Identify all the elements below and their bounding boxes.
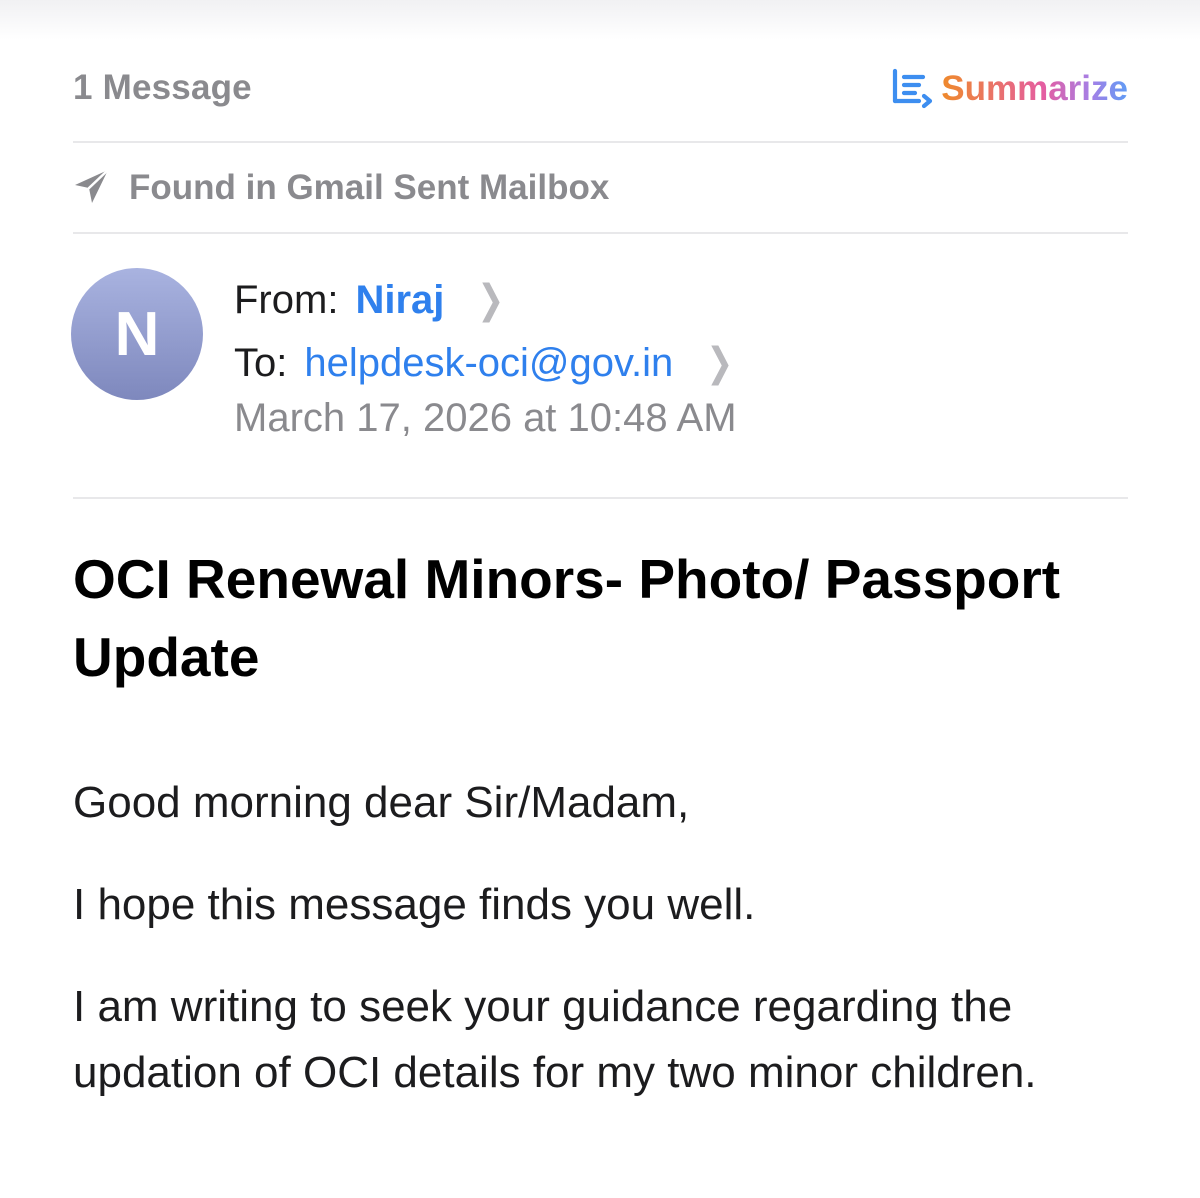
summarize-label: Summarize xyxy=(941,69,1128,108)
thread-header: 1 Message Summarize xyxy=(73,62,1128,116)
from-label: From: xyxy=(234,277,339,322)
from-line: From: Niraj ❯ xyxy=(234,275,508,325)
body-paragraph: I hope this message finds you well. xyxy=(73,880,756,929)
paper-plane-icon xyxy=(73,167,129,210)
divider xyxy=(73,232,1128,234)
avatar-initial: N xyxy=(114,299,160,369)
avatar[interactable]: N xyxy=(71,268,203,400)
body-paragraph: Good morning dear Sir/Madam, xyxy=(73,778,690,827)
sender-name-link[interactable]: Niraj xyxy=(355,278,444,323)
to-label: To: xyxy=(234,340,288,385)
summarize-lines-icon xyxy=(889,65,941,114)
divider xyxy=(73,497,1128,499)
summarize-button[interactable]: Summarize xyxy=(889,62,1128,116)
message-count: 1 Message xyxy=(73,68,252,107)
divider xyxy=(73,141,1128,143)
message-date: March 17, 2026 at 10:48 AM xyxy=(234,396,737,440)
to-line: To: helpdesk-oci@gov.in ❯ xyxy=(234,338,737,388)
chevron-right-icon[interactable]: ❯ xyxy=(478,277,505,323)
mailbox-location: Found in Gmail Sent Mailbox xyxy=(73,165,609,211)
message-subject: OCI Renewal Minors- Photo/ Passport Upda… xyxy=(73,548,1061,688)
chevron-right-icon[interactable]: ❯ xyxy=(707,340,734,386)
top-shade xyxy=(0,0,1200,40)
recipient-address-link[interactable]: helpdesk-oci@gov.in xyxy=(304,341,673,386)
mailbox-label: Found in Gmail Sent Mailbox xyxy=(129,168,610,207)
body-paragraph: I am writing to seek your guidance regar… xyxy=(73,982,1037,1097)
